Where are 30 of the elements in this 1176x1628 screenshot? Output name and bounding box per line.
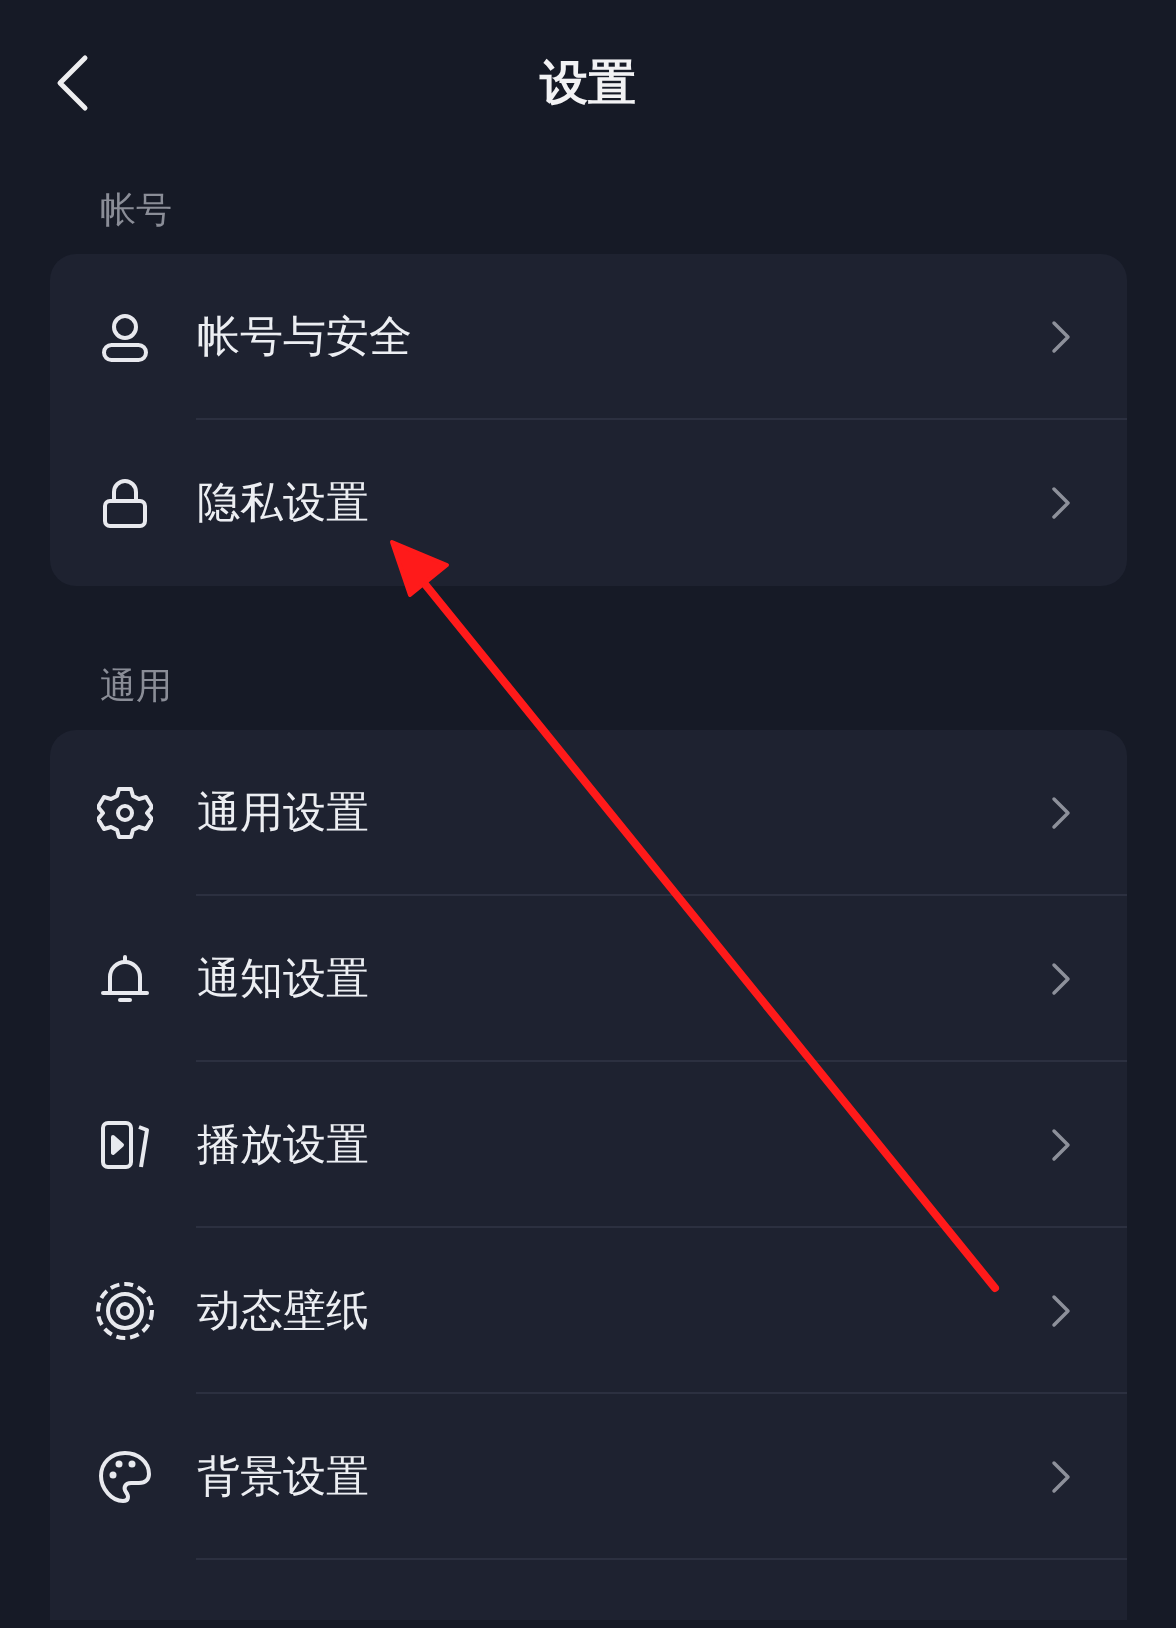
row-label: 通用设置 bbox=[197, 786, 370, 839]
row-label: 背景设置 bbox=[197, 1450, 370, 1503]
section-title: 通用 bbox=[100, 666, 172, 706]
row-label: 通知设置 bbox=[197, 952, 370, 1005]
palette-icon bbox=[97, 1449, 153, 1505]
play-screen-icon bbox=[99, 1119, 151, 1171]
gear-icon bbox=[97, 785, 153, 841]
row-label: 隐私设置 bbox=[197, 476, 370, 529]
section-title: 帐号 bbox=[100, 190, 172, 230]
page-title: 设置 bbox=[540, 53, 636, 112]
chevron-right-icon bbox=[1051, 1294, 1071, 1328]
settings-row[interactable]: 隐私设置 bbox=[50, 420, 1127, 586]
target-icon bbox=[95, 1281, 155, 1341]
settings-row[interactable]: 通知设置 bbox=[50, 896, 1127, 1062]
settings-row[interactable]: 背景设置 bbox=[50, 1394, 1127, 1560]
settings-row[interactable]: 帐号与安全 bbox=[50, 254, 1127, 420]
row-label: 播放设置 bbox=[197, 1118, 370, 1171]
bell-icon bbox=[99, 953, 151, 1005]
chevron-right-icon bbox=[1051, 1460, 1071, 1494]
settings-row[interactable]: 通用设置 bbox=[50, 730, 1127, 896]
chevron-right-icon bbox=[1051, 796, 1071, 830]
settings-row[interactable]: 播放设置 bbox=[50, 1062, 1127, 1228]
chevron-right-icon bbox=[1051, 962, 1071, 996]
row-label: 帐号与安全 bbox=[197, 310, 413, 363]
person-icon bbox=[99, 311, 151, 363]
chevron-right-icon bbox=[1051, 320, 1071, 354]
chevron-right-icon bbox=[1051, 1128, 1071, 1162]
settings-row[interactable]: 动态壁纸 bbox=[50, 1228, 1127, 1394]
chevron-right-icon bbox=[1051, 486, 1071, 520]
row-label: 动态壁纸 bbox=[197, 1284, 370, 1337]
